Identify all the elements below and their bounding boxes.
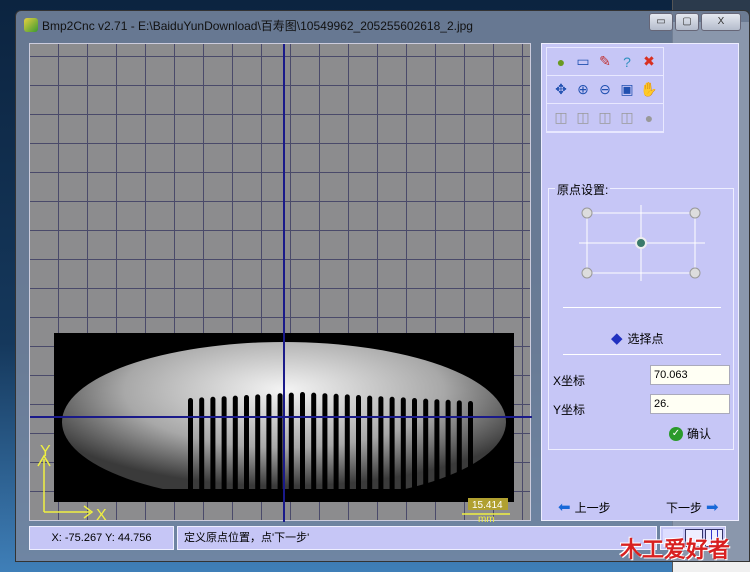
comb-tooth bbox=[266, 393, 272, 502]
axis-y-label: Y bbox=[40, 443, 51, 460]
pan-hand-icon[interactable]: ✋ bbox=[640, 81, 658, 99]
comb-tooth bbox=[356, 395, 361, 502]
y-coord-label: Y坐标 bbox=[553, 403, 586, 417]
zoom-in-icon[interactable]: ⊕ bbox=[574, 81, 592, 99]
confirm-button[interactable]: ✓ 确认 bbox=[669, 425, 711, 442]
comb-tooth bbox=[367, 395, 373, 502]
render-icon[interactable]: ● bbox=[640, 109, 658, 127]
diamond-point-icon: ◆ bbox=[611, 330, 623, 347]
comb-tooth bbox=[244, 395, 249, 502]
origin-selector[interactable] bbox=[549, 197, 735, 297]
image-canvas[interactable]: Y X 15.414 mm bbox=[29, 43, 532, 522]
comb-tooth bbox=[456, 400, 462, 502]
prev-step-button[interactable]: ⬅ 上一步 bbox=[558, 498, 611, 516]
toolbar-row: ✥ ⊕ ⊖ ▣ ✋ bbox=[547, 76, 663, 104]
comb-tooth bbox=[210, 396, 216, 502]
title-bar: Bmp2Cnc v2.71 - E:\BaiduYunDownload\百寿图\… bbox=[24, 16, 473, 34]
comb-tooth bbox=[300, 392, 305, 502]
exit-icon[interactable]: ✖ bbox=[640, 53, 658, 71]
origin-settings-label: 原点设置: bbox=[555, 181, 611, 198]
comb-tooth bbox=[400, 397, 406, 502]
origin-point-top-right bbox=[689, 207, 701, 219]
window-title: Bmp2Cnc v2.71 - E:\BaiduYunDownload\百寿图\… bbox=[42, 18, 473, 33]
origin-point-bottom-left bbox=[581, 267, 593, 279]
origin-point-center bbox=[635, 237, 647, 249]
comb-tooth bbox=[333, 393, 339, 502]
comb-tooth bbox=[288, 392, 294, 502]
comb-tooth bbox=[199, 397, 205, 502]
status-message: 定义原点位置，点'下一步' bbox=[177, 526, 657, 550]
toolbar-row: ◫ ◫ ◫ ◫ ● bbox=[547, 104, 663, 132]
check-icon: ✓ bbox=[669, 426, 683, 441]
origin-point-bottom-right bbox=[689, 267, 701, 279]
close-button[interactable]: X bbox=[701, 13, 741, 31]
axis-x-label: X bbox=[96, 507, 107, 522]
comb-tooth bbox=[378, 396, 384, 502]
x-coord-label: X坐标 bbox=[553, 374, 586, 388]
origin-point-top-left bbox=[581, 207, 593, 219]
open-icon[interactable]: ● bbox=[552, 53, 570, 71]
comb-tooth bbox=[232, 395, 238, 502]
toolbar: ● ▭ ✎? ✖ ✥ ⊕ ⊖ ▣ ✋ ◫ ◫ ◫ ◫ ● bbox=[546, 47, 664, 133]
comb-tooth bbox=[423, 398, 429, 502]
comb-tooth bbox=[412, 398, 417, 502]
view-side-icon[interactable]: ◫ bbox=[596, 109, 614, 127]
app-window: Bmp2Cnc v2.71 - E:\BaiduYunDownload\百寿图\… bbox=[15, 10, 750, 562]
comb-tooth bbox=[221, 396, 227, 502]
x-coord-input[interactable] bbox=[650, 365, 730, 385]
minimize-button[interactable]: ▭ bbox=[649, 13, 673, 31]
status-coords: X: -75.267 Y: 44.756 bbox=[29, 526, 174, 550]
scale-value: 15.414 bbox=[472, 500, 503, 511]
comb-tooth bbox=[389, 396, 395, 502]
view-cube-icon[interactable]: ◫ bbox=[552, 109, 570, 127]
origin-settings-group: 原点设置: ◆ 选择点 X坐标 Y坐标 ✓ 确认 bbox=[548, 181, 735, 450]
app-icon bbox=[24, 18, 38, 32]
comb-tooth bbox=[255, 394, 261, 502]
next-step-button[interactable]: 下一步 ➡ bbox=[666, 498, 719, 516]
comb-tooth bbox=[311, 392, 317, 502]
comb-tooth bbox=[322, 393, 328, 502]
arrow-right-icon: ➡ bbox=[706, 499, 719, 516]
toolbar-row: ● ▭ ✎? ✖ bbox=[547, 48, 663, 76]
view-back-icon[interactable]: ◫ bbox=[618, 109, 636, 127]
center-icon[interactable]: ✥ bbox=[552, 81, 570, 99]
arrow-left-icon: ⬅ bbox=[558, 499, 571, 516]
scale-unit: mm bbox=[478, 514, 495, 522]
y-coord-input[interactable] bbox=[650, 394, 730, 414]
watermark-logo: 木工爱好者 bbox=[620, 538, 731, 563]
fit-icon[interactable]: ▣ bbox=[618, 81, 636, 99]
right-panel: ●▭✎?✖✥⊕⊖▣✋◫◫◫◫● 原点设置: ◆ 选择点 X坐标 Y坐标 bbox=[541, 43, 739, 521]
select-point-button[interactable]: ◆ 选择点 bbox=[611, 329, 664, 347]
comb-tooth bbox=[277, 393, 283, 502]
tools-icon[interactable]: ✎ bbox=[596, 53, 614, 71]
save-icon[interactable]: ▭ bbox=[574, 53, 592, 71]
comb-tooth bbox=[344, 394, 350, 502]
maximize-button[interactable]: ▢ bbox=[675, 13, 699, 31]
comb-tooth bbox=[445, 399, 451, 502]
comb-tooth bbox=[188, 398, 193, 502]
zoom-out-icon[interactable]: ⊖ bbox=[596, 81, 614, 99]
comb-tooth bbox=[434, 399, 440, 502]
help-icon[interactable]: ? bbox=[618, 53, 636, 71]
view-front-icon[interactable]: ◫ bbox=[574, 109, 592, 127]
